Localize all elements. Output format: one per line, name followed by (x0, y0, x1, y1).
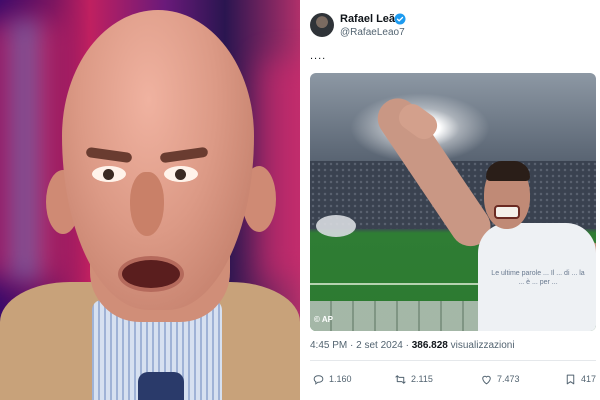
background-light-blue (10, 20, 40, 280)
player-hair (486, 161, 530, 181)
verified-badge-icon (394, 13, 406, 25)
like-icon (482, 375, 491, 384)
eye-left (92, 166, 126, 182)
tweet-text: .... (310, 50, 327, 62)
user-handle[interactable]: @RafaeLeao7 (340, 27, 405, 38)
bookmark-button[interactable]: 417 (564, 370, 596, 388)
open-mouth (118, 256, 184, 292)
nose (130, 172, 164, 236)
repost-button[interactable]: 2.115 (394, 370, 433, 388)
like-button[interactable]: 7.473 (480, 370, 520, 388)
repost-icon (395, 374, 406, 384)
tie (138, 372, 184, 400)
views-label: visualizzazioni (447, 340, 515, 351)
views-count: 386.828 (411, 340, 448, 351)
display-name[interactable]: Rafael Leão (340, 13, 402, 25)
user-avatar[interactable] (310, 13, 334, 37)
player-clenched-teeth (494, 205, 520, 219)
tweet-actions-bar: 1.160 2.115 7.473 417 (310, 370, 596, 388)
smoke-cloud (316, 215, 356, 237)
repost-count: 2.115 (411, 374, 433, 384)
like-count: 7.473 (497, 374, 520, 384)
tweet-media-photo[interactable]: Le ultime parole ... Il ... di ... la ..… (310, 73, 596, 331)
left-photo-man-closeup (0, 0, 300, 400)
tweet-metadata: 4:45 PM · 2 set 2024 · 386.828 visualizz… (310, 340, 515, 351)
reply-count: 1.160 (329, 374, 352, 384)
reply-button[interactable]: 1.160 (312, 370, 352, 388)
tweet-timestamp[interactable]: 4:45 PM · 2 set 2024 · (310, 340, 412, 351)
shirt-printed-text: Le ultime parole ... Il ... di ... la ..… (491, 270, 585, 286)
reply-icon (313, 374, 324, 385)
bookmark-count: 417 (581, 374, 597, 384)
divider (310, 360, 596, 361)
eye-right (164, 166, 198, 182)
photo-credit: © AP (314, 315, 333, 324)
bookmark-icon (566, 374, 575, 384)
